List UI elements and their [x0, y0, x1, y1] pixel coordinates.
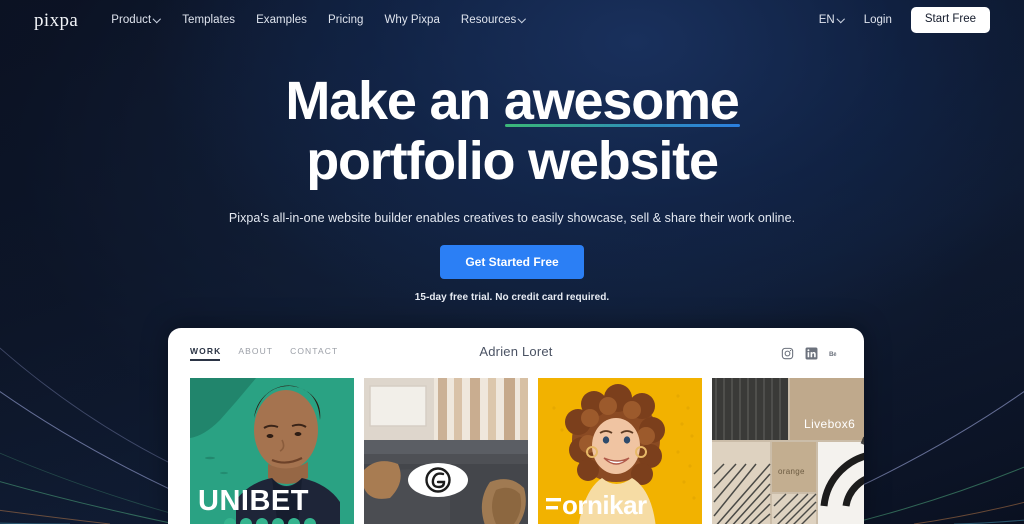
- gallery-item-ornikar[interactable]: ornikar: [538, 378, 702, 524]
- mockup-site-header: WORK ABOUT CONTACT Adrien Loret B ē: [168, 328, 864, 378]
- start-free-button[interactable]: Start Free: [910, 7, 990, 33]
- mockup-site-title: Adrien Loret: [479, 344, 553, 359]
- nav-item-why-pixpa[interactable]: Why Pixpa: [385, 14, 440, 26]
- nav-item-pricing[interactable]: Pricing: [328, 14, 364, 26]
- hero-page: pixpa Product Templates Examples Pricing…: [0, 0, 1024, 524]
- chevron-down-icon: [519, 16, 526, 23]
- gallery-item-livebox[interactable]: Livebox6 orange: [712, 378, 864, 524]
- gallery-item-interior[interactable]: [364, 378, 528, 524]
- nav-item-product-label: Product: [111, 14, 152, 26]
- svg-text:ornikar: ornikar: [562, 490, 647, 520]
- portfolio-mockup-card: WORK ABOUT CONTACT Adrien Loret B ē UNIB…: [168, 328, 864, 524]
- nav-item-resources[interactable]: Resources: [461, 14, 526, 26]
- nav-item-resources-label: Resources: [460, 14, 517, 26]
- get-started-free-button[interactable]: Get Started Free: [440, 245, 584, 279]
- page-title: Make an awesome: [0, 74, 1024, 128]
- nav-right-group: EN Login Start Free: [819, 7, 990, 33]
- mockup-gallery: UNIBET ornikar Livebox6 orange: [168, 378, 864, 524]
- top-navigation-bar: pixpa Product Templates Examples Pricing…: [0, 0, 1024, 40]
- page-title-line-2: portfolio website: [306, 131, 719, 191]
- svg-text:orange: orange: [778, 467, 805, 476]
- language-label: EN: [818, 14, 835, 26]
- nav-item-product[interactable]: Product: [111, 14, 161, 26]
- svg-text:UNIBET: UNIBET: [198, 485, 309, 517]
- chevron-down-icon: [154, 16, 161, 23]
- hero-section: Make an awesome portfolio website Pixpa'…: [0, 74, 1024, 303]
- primary-nav-links: Product Templates Examples Pricing Why P…: [111, 14, 526, 26]
- hero-subheadline: Pixpa's all-in-one website builder enabl…: [228, 211, 796, 225]
- login-link[interactable]: Login: [864, 14, 892, 26]
- nav-item-templates[interactable]: Templates: [182, 14, 235, 26]
- gallery-item-unibet[interactable]: UNIBET: [190, 378, 354, 524]
- pixpa-logo[interactable]: pixpa: [34, 11, 78, 30]
- language-selector[interactable]: EN: [819, 14, 845, 26]
- headline-prefix: Make an: [285, 71, 504, 131]
- svg-text:Livebox6: Livebox6: [804, 417, 855, 431]
- nav-item-examples[interactable]: Examples: [256, 14, 307, 26]
- cta-container: Get Started Free: [0, 245, 1024, 279]
- chevron-down-icon: [838, 16, 845, 23]
- trial-note: 15-day free trial. No credit card requir…: [414, 292, 610, 303]
- headline-highlight: awesome: [503, 71, 740, 131]
